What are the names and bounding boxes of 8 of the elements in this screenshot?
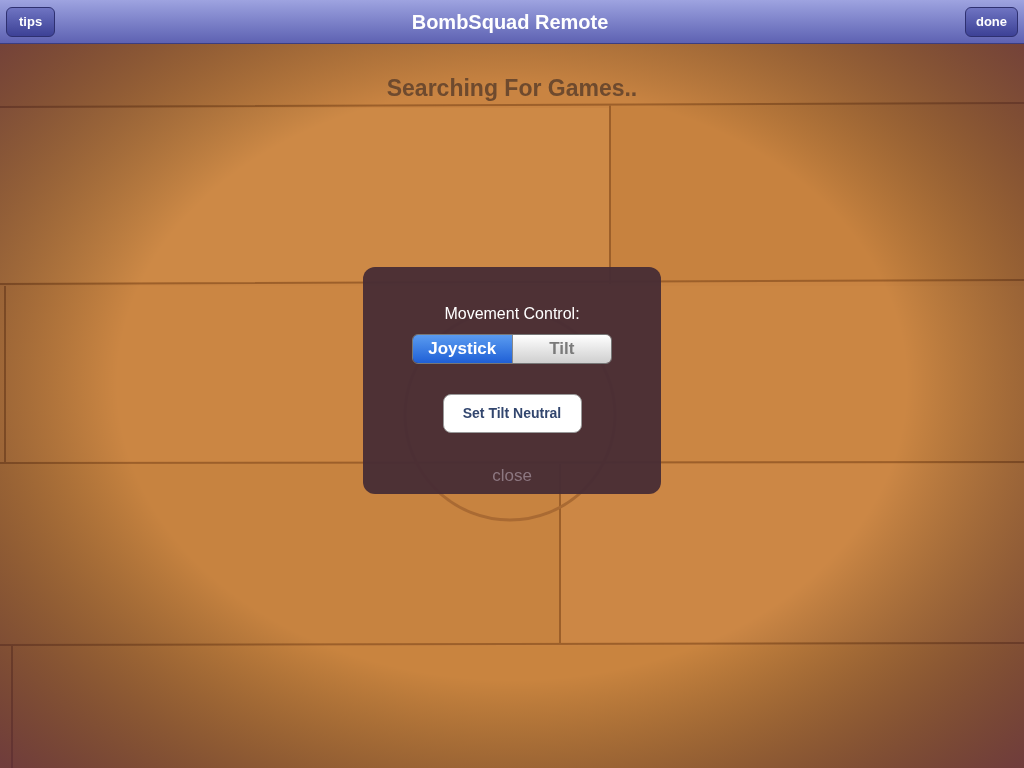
done-button[interactable]: done	[964, 6, 1018, 37]
tips-button[interactable]: tips	[6, 6, 56, 37]
set-tilt-neutral-button[interactable]: Set Tilt Neutral	[442, 393, 582, 433]
segment-tab[interactable]: Tilt	[511, 334, 611, 363]
window-title: BombSquad Remote	[411, 9, 609, 35]
segment-tab[interactable]: Joystick	[413, 334, 512, 363]
dialog-label: Movement Control:	[444, 303, 580, 324]
status-text: Searching For Games..	[386, 74, 638, 103]
